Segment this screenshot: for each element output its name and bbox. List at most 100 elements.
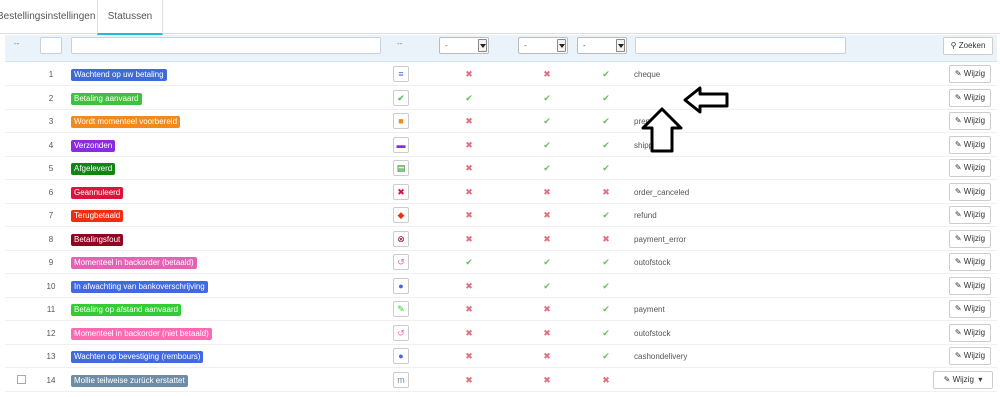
edit-button[interactable]: ✎ Wijzig <box>949 253 991 271</box>
filter-template-input[interactable] <box>635 37 846 54</box>
cross-icon[interactable]: ✖ <box>541 204 553 227</box>
caret-down-icon[interactable]: ▾ <box>978 375 982 384</box>
filter-name-input[interactable] <box>71 37 381 54</box>
table-row[interactable]: 2 Betaling aanvaard ✔ ✔ ✔ ✔ ✎ Wijzig <box>5 87 997 110</box>
cross-icon[interactable]: ✖ <box>463 369 475 392</box>
table-row[interactable]: 9 Momenteel in backorder (betaald) ↺ ✔ ✔ ✔ out… <box>5 251 997 274</box>
cross-icon[interactable]: ✖ <box>463 134 475 157</box>
check-icon[interactable]: ✔ <box>600 87 612 110</box>
filter-select-2[interactable]: - <box>518 37 568 54</box>
cross-icon[interactable]: ✖ <box>463 157 475 180</box>
edit-button[interactable]: ✎ Wijzig <box>949 323 991 342</box>
edit-button[interactable]: ✎ Wijzig <box>949 65 991 83</box>
check-icon: ✔ <box>393 89 409 106</box>
table-row[interactable]: 4 Verzonden ▬ ✖ ✔ ✔ shipped ✎ Wijzig <box>5 134 997 157</box>
check-icon[interactable]: ✔ <box>600 63 612 86</box>
cross-icon[interactable]: ✖ <box>541 228 553 251</box>
filter-select-1[interactable]: - <box>439 37 489 54</box>
package-icon: ▤ <box>393 160 409 176</box>
cross-icon[interactable]: ✖ <box>541 322 553 345</box>
table-row[interactable]: 12 Momenteel in backorder (niet betaald) ↺… <box>5 322 997 345</box>
cross-icon[interactable]: ✖ <box>463 204 475 227</box>
edit-button[interactable]: ✎ Wijzig <box>949 347 991 365</box>
filter-select-3[interactable]: - <box>577 37 627 54</box>
search-button[interactable]: ⚲ Zoeken <box>943 37 993 55</box>
cross-icon[interactable]: ✖ <box>463 275 475 298</box>
status-template: outofstock <box>634 258 671 267</box>
table-row[interactable]: 1 Wachtend op uw betaling ≡ ✖ ✖ ✔ cheque ✎ Wijz… <box>5 63 997 86</box>
edit-button[interactable]: ✎ Wijzig <box>949 112 991 130</box>
check-icon[interactable]: ✔ <box>541 275 553 298</box>
cross-icon[interactable]: ✖ <box>541 298 553 321</box>
table-row[interactable]: 13 Wachten op bevestiging (rembours) ● ✖ ✖ ✔ c… <box>5 345 997 368</box>
check-icon[interactable]: ✔ <box>463 251 475 274</box>
check-icon[interactable]: ✔ <box>541 110 553 133</box>
edit-button[interactable]: ✎ Wijzig <box>949 276 991 295</box>
table-row[interactable]: 5 Afgeleverd ▤ ✖ ✔ ✔ ✎ Wijzig <box>5 157 997 180</box>
status-template: cashondelivery <box>634 352 688 361</box>
tab-order-settings[interactable]: Bestellingsinstellingen <box>0 0 97 34</box>
cross-icon[interactable]: ✖ <box>463 110 475 133</box>
cross-icon[interactable]: ✖ <box>463 345 475 368</box>
sort-checkbox-col[interactable]: -- <box>14 39 19 48</box>
status-id: 14 <box>46 375 56 385</box>
tab-statuses[interactable]: Statussen <box>97 0 163 35</box>
cross-icon[interactable]: ✖ <box>541 181 553 204</box>
edit-button[interactable]: ✎ Wijzig <box>949 88 991 107</box>
filter-select-3-value: - <box>583 41 586 50</box>
check-icon[interactable]: ✔ <box>541 87 553 110</box>
pencil-icon: ✎ <box>954 280 962 290</box>
status-template: outofstock <box>634 328 671 338</box>
cross-icon[interactable]: ✖ <box>463 181 475 204</box>
check-icon[interactable]: ✔ <box>600 157 612 180</box>
check-icon[interactable]: ✔ <box>600 251 612 274</box>
filter-id-input[interactable] <box>40 37 62 54</box>
cross-icon[interactable]: ✖ <box>463 322 475 345</box>
edit-button[interactable]: ✎ Wijzig <box>949 229 991 248</box>
edit-label: Wijzig <box>963 257 986 266</box>
check-icon[interactable]: ✔ <box>600 275 612 298</box>
pencil-icon: ✎ <box>954 69 962 78</box>
check-icon[interactable]: ✔ <box>600 298 612 321</box>
cross-icon[interactable]: ✖ <box>600 369 612 392</box>
edit-button[interactable]: ✎ Wijzig <box>949 300 991 318</box>
status-id: 1 <box>48 70 54 79</box>
check-icon[interactable]: ✔ <box>600 204 612 227</box>
check-icon[interactable]: ✔ <box>541 134 553 157</box>
table-row[interactable]: 8 Betalingsfout ⊗ ✖ ✖ ✖ payment_error ✎ Wijzig <box>5 228 997 251</box>
cross-icon[interactable]: ✖ <box>600 181 612 204</box>
arrow-left-icon <box>683 86 729 114</box>
status-id: 8 <box>48 234 54 244</box>
check-icon[interactable]: ✔ <box>600 322 612 345</box>
cross-icon[interactable]: ✖ <box>541 369 553 392</box>
table-row[interactable]: 3Wordt momenteel voorbereid■✖✔✔preparati… <box>5 110 997 133</box>
status-name-badge: In afwachting van bankoverschrijving <box>71 280 208 293</box>
table-row[interactable]: 14 Mollie teilweise zurück erstattet m ✖ ✖ ✖ ✎… <box>5 369 997 392</box>
table-row[interactable]: 10 In afwachting van bankoverschrijving ● ✖… <box>5 275 997 298</box>
table-row[interactable]: 7 Terugbetaald ◆ ✖ ✖ ✔ refund ✎ Wijzig <box>5 204 997 227</box>
sort-icon-col[interactable]: -- <box>397 39 402 48</box>
cross-icon[interactable]: ✖ <box>463 63 475 86</box>
check-icon[interactable]: ✔ <box>600 345 612 368</box>
table-row[interactable]: 11 Betaling op afstand aanvaard ✎ ✖ ✖ ✔ paymen… <box>5 298 997 321</box>
cross-icon[interactable]: ✖ <box>541 345 553 368</box>
edit-button[interactable]: ✎ Wijzig ▾ <box>933 370 993 389</box>
edit-button[interactable]: ✎ Wijzig <box>949 159 991 177</box>
row-checkbox[interactable] <box>17 374 26 384</box>
edit-button[interactable]: ✎ Wijzig <box>949 182 991 201</box>
cross-icon[interactable]: ✖ <box>541 63 553 86</box>
edit-button[interactable]: ✎ Wijzig <box>949 206 991 224</box>
check-icon[interactable]: ✔ <box>541 251 553 274</box>
cross-icon[interactable]: ✖ <box>600 228 612 251</box>
cross-icon[interactable]: ✖ <box>463 298 475 321</box>
check-icon[interactable]: ✔ <box>600 110 612 133</box>
check-icon[interactable]: ✔ <box>541 157 553 180</box>
cross-icon[interactable]: ✖ <box>463 228 475 251</box>
status-name-badge: Betalingsfout <box>71 233 124 246</box>
table-row[interactable]: 6 Geannuleerd ✖ ✖ ✖ ✖ order_canceled ✎ Wijzig <box>5 181 997 204</box>
check-icon[interactable]: ✔ <box>600 134 612 157</box>
pencil-icon: ✎ <box>954 304 962 313</box>
edit-button[interactable]: ✎ Wijzig <box>949 135 991 154</box>
filter-select-1-value: - <box>445 41 448 50</box>
check-icon[interactable]: ✔ <box>463 87 475 110</box>
